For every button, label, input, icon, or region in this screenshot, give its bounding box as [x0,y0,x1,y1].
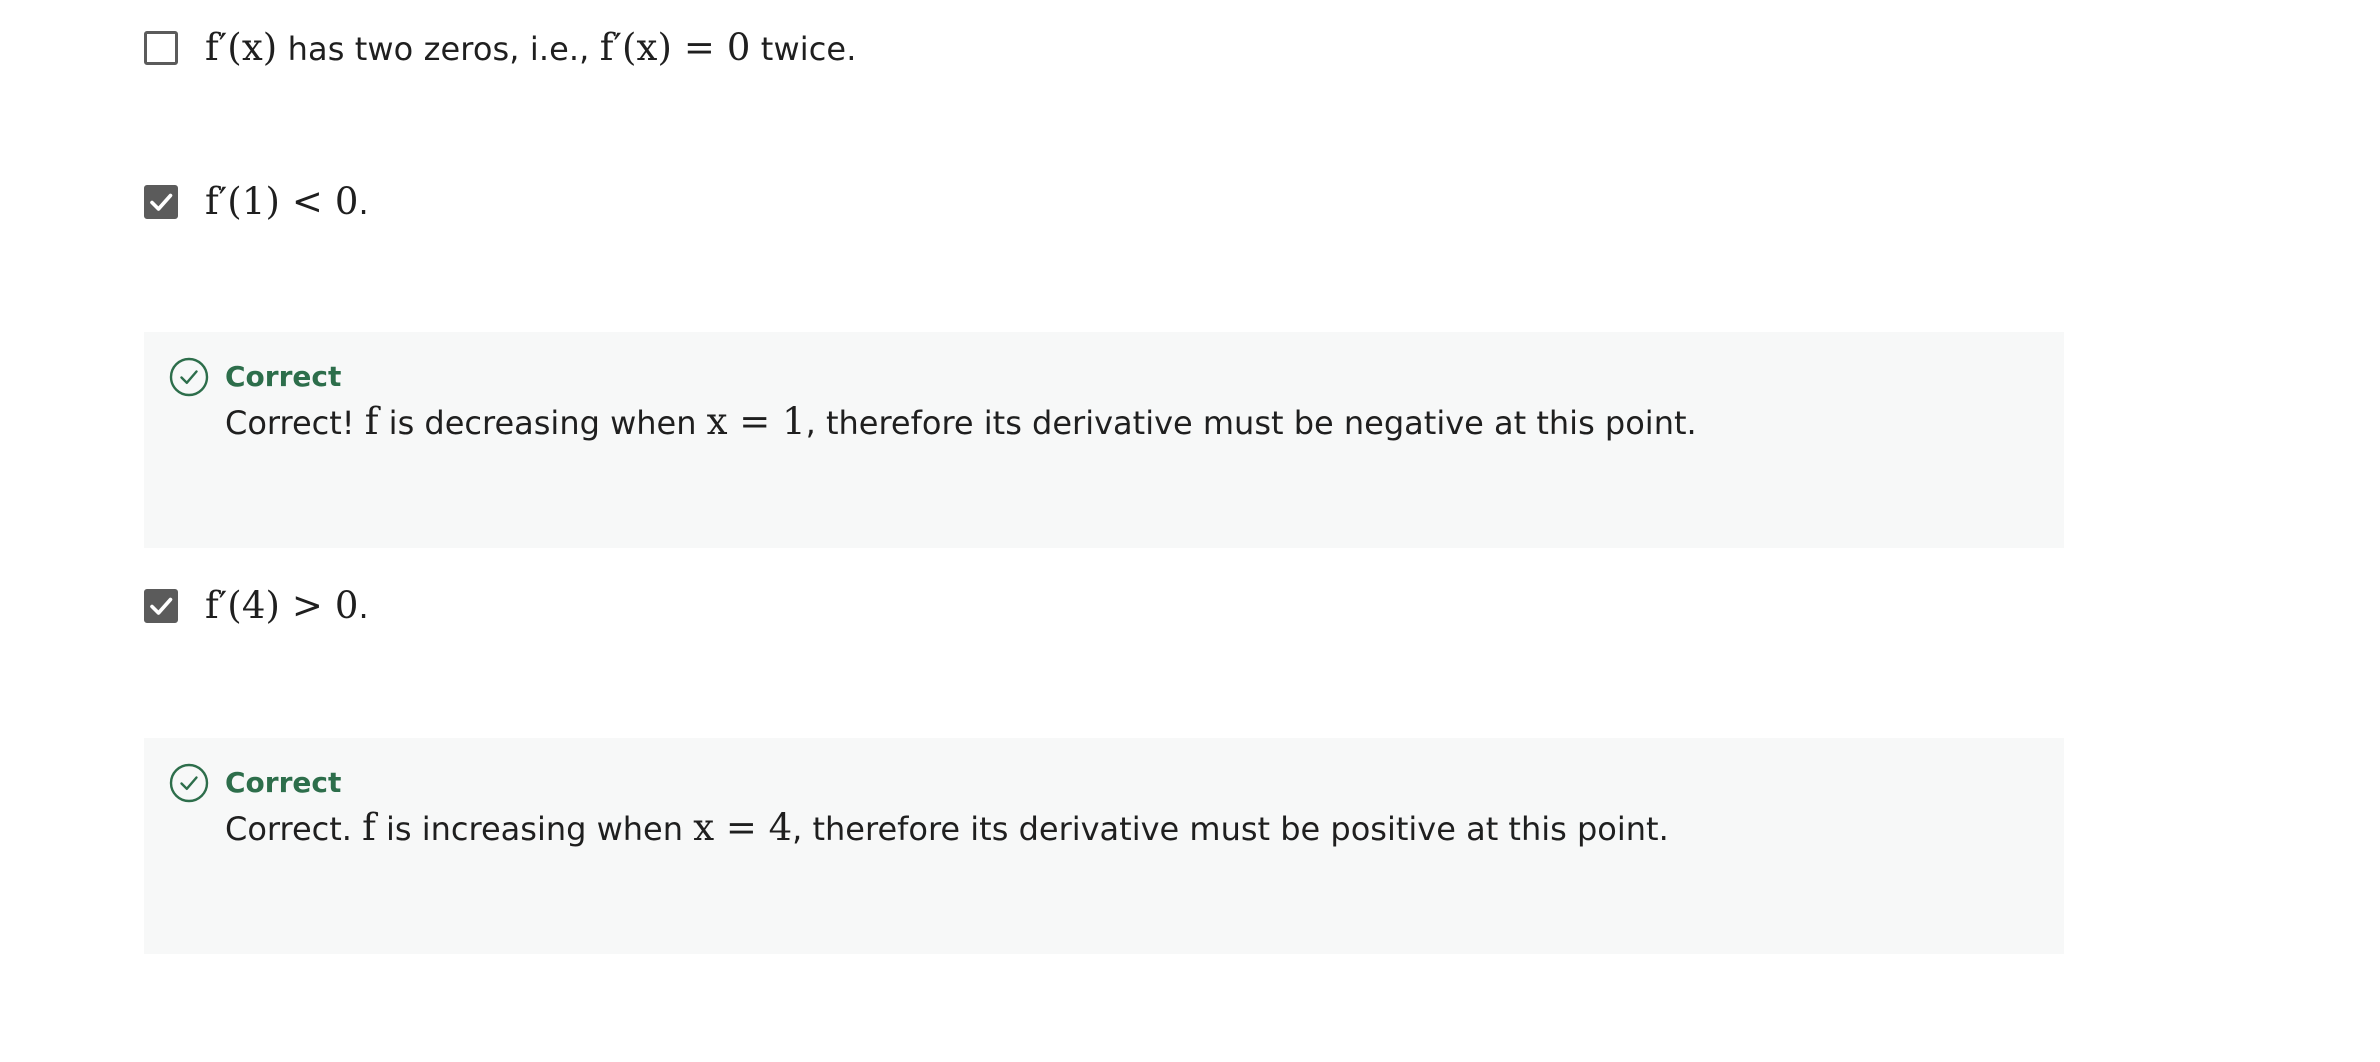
feedback-math: x = 4 [693,806,793,849]
option-text: f′(x) has two zeros, i.e., f′(x) = 0 twi… [205,22,856,75]
feedback-prefix: Correct. [225,810,363,848]
answer-option[interactable]: f′(1) < 0. [144,176,369,228]
answer-option[interactable]: f′(4) > 0. [144,580,369,632]
feedback-middle: is decreasing when [378,404,707,442]
feedback-prefix: Correct! [225,404,365,442]
checkmark-icon [150,597,173,615]
feedback-suffix: , therefore its derivative must be posit… [792,810,1669,848]
option-math: f′(1) < 0 [205,179,359,223]
feedback-text: Correct. f is increasing when x = 4, the… [225,802,1669,855]
feedback-title: Correct [225,766,342,799]
option-label: . [358,183,369,222]
feedback-panel: Correct Correct! f is decreasing when x … [144,332,2064,548]
option-label: . [358,587,369,626]
feedback-math: x = 1 [706,400,806,443]
option-math: f′(x) = 0 [599,25,751,69]
correct-circle-check-icon [169,763,209,803]
option-math: f′(x) [205,25,278,69]
correct-circle-check-icon [169,357,209,397]
option-label: twice. [750,29,857,68]
option-text: f′(4) > 0. [205,580,369,633]
feedback-title: Correct [225,360,342,393]
feedback-suffix: , therefore its derivative must be negat… [805,404,1697,442]
feedback-math: f [364,400,379,443]
feedback-panel: Correct Correct. f is increasing when x … [144,738,2064,954]
feedback-math: f [362,806,376,849]
option-math: f′(4) > 0 [205,583,359,627]
checkbox-checked[interactable] [144,589,178,623]
option-label: has two zeros, i.e., [277,29,600,68]
checkbox-unchecked[interactable] [144,31,178,65]
option-text: f′(1) < 0. [205,176,369,229]
feedback-text: Correct! f is decreasing when x = 1, the… [225,396,1697,449]
checkmark-icon [150,193,173,211]
feedback-middle: is increasing when [375,810,694,848]
answer-option[interactable]: f′(x) has two zeros, i.e., f′(x) = 0 twi… [144,22,856,74]
checkbox-checked[interactable] [144,185,178,219]
